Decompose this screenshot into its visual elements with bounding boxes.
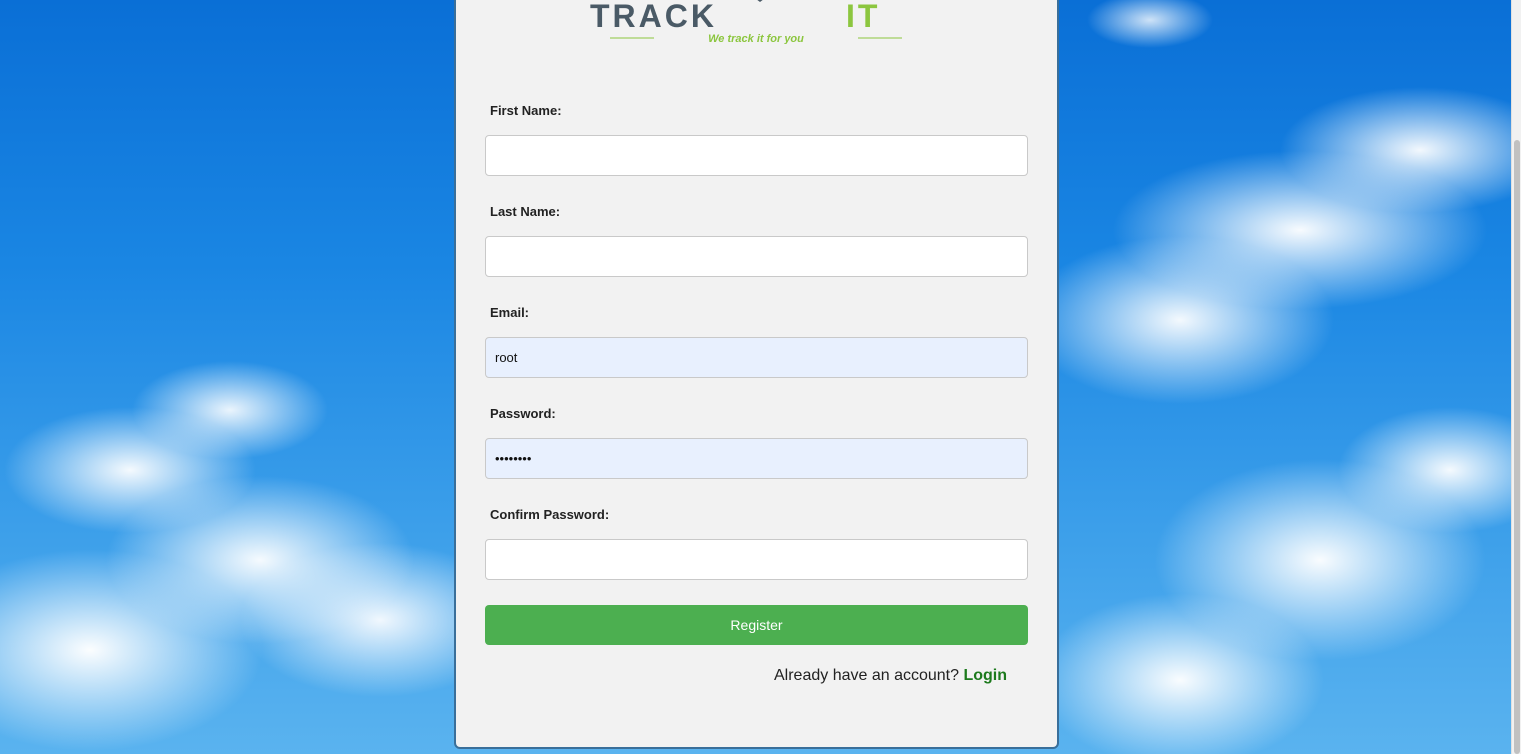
login-prompt-text: Already have an account? xyxy=(774,667,960,684)
last-name-input[interactable] xyxy=(485,236,1028,277)
confirm-password-label: Confirm Password: xyxy=(490,507,610,522)
scrollbar-thumb[interactable] xyxy=(1514,140,1520,754)
first-name-input[interactable] xyxy=(485,135,1028,176)
password-input[interactable] xyxy=(485,438,1028,479)
confirm-password-input[interactable] xyxy=(485,539,1028,580)
logo-text-track: TRACK xyxy=(590,0,717,34)
email-label: Email: xyxy=(490,305,530,320)
register-button[interactable]: Register xyxy=(485,605,1028,645)
logo-text-it: IT xyxy=(846,0,880,34)
logo-tagline: We track it for you xyxy=(708,33,804,44)
login-prompt: Already have an account? Login xyxy=(774,667,1007,685)
trackit-logo: TRACK IT We track it for you xyxy=(590,0,902,44)
email-input[interactable] xyxy=(485,337,1028,378)
first-name-label: First Name: xyxy=(490,103,562,118)
page-scrollbar[interactable] xyxy=(1511,0,1521,754)
password-label: Password: xyxy=(490,406,556,421)
login-link[interactable]: Login xyxy=(963,667,1007,684)
register-card: TRACK IT We track it for you First Name:… xyxy=(454,0,1059,749)
last-name-label: Last Name: xyxy=(490,204,561,219)
